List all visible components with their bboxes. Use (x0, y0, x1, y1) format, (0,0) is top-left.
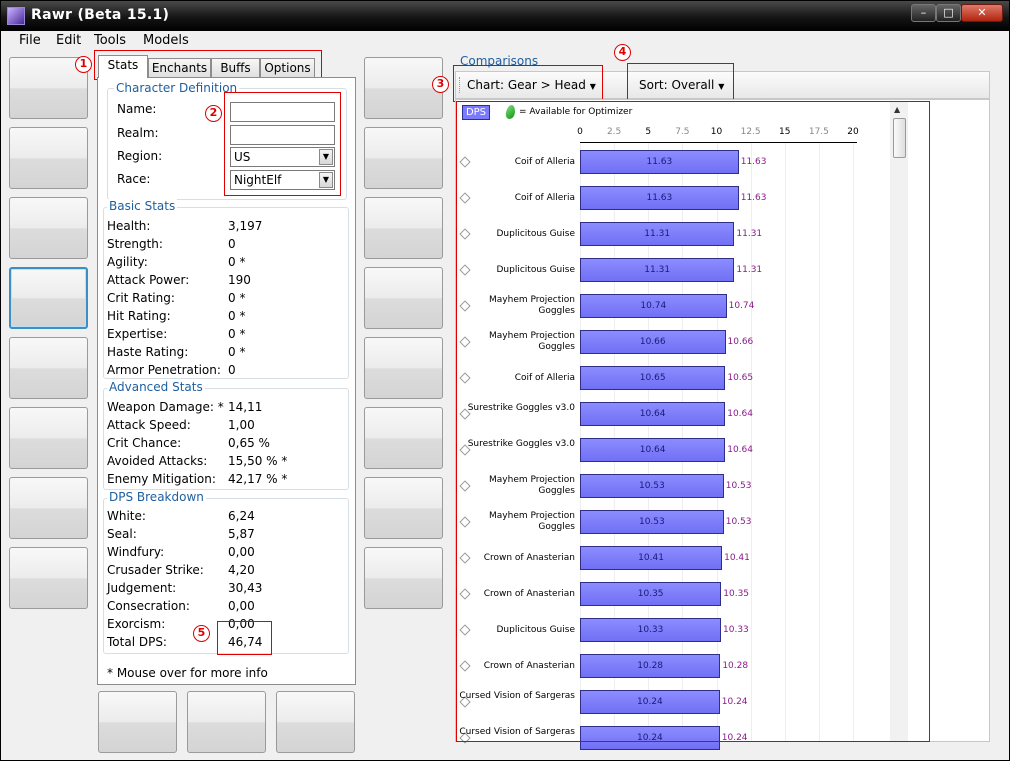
stat-value: 0 * (228, 255, 246, 269)
stat-label: White: (107, 509, 146, 523)
title-bar: Rawr (Beta 15.1) – □ ✕ (1, 1, 1009, 31)
highlight-box-chart (456, 101, 930, 742)
slot-button[interactable] (364, 197, 443, 259)
advanced-stats-title: Advanced Stats (107, 380, 205, 394)
stat-label: Crit Chance: (107, 436, 182, 450)
footnote: * Mouse over for more info (107, 666, 268, 680)
slot-button[interactable] (9, 127, 88, 189)
menu-tools[interactable]: Tools (94, 33, 126, 48)
slot-button-selected[interactable] (9, 267, 88, 329)
stat-value: 1,00 (228, 418, 255, 432)
badge-5: 5 (193, 625, 210, 642)
stat-label: Haste Rating: (107, 345, 189, 359)
stat-label: Seal: (107, 527, 137, 541)
minimize-button[interactable]: – (911, 4, 936, 22)
slot-button[interactable] (276, 691, 355, 753)
menu-edit[interactable]: Edit (56, 33, 81, 48)
badge-3: 3 (432, 76, 449, 93)
slot-button[interactable] (364, 57, 443, 119)
stat-label: Crit Rating: (107, 291, 175, 305)
stat-label: Judgement: (107, 581, 177, 595)
slot-button[interactable] (9, 547, 88, 609)
slot-button[interactable] (9, 407, 88, 469)
stat-label: Armor Penetration: (107, 363, 221, 377)
stat-value: 0 * (228, 309, 246, 323)
stat-label: Agility: (107, 255, 148, 269)
stat-value: 14,11 (228, 400, 263, 414)
stat-label: Weapon Damage: * (107, 400, 224, 414)
stat-value: 6,24 (228, 509, 255, 523)
stat-label: Consecration: (107, 599, 190, 613)
stat-value: 0,00 (228, 599, 255, 613)
stat-value: 0 * (228, 291, 246, 305)
window-title: Rawr (Beta 15.1) (31, 7, 170, 23)
close-button[interactable]: ✕ (961, 4, 1003, 22)
slot-button[interactable] (364, 267, 443, 329)
stat-label: Crusader Strike: (107, 563, 204, 577)
badge-1: 1 (75, 56, 92, 73)
race-label: Race: (117, 172, 151, 186)
stat-label: Strength: (107, 237, 163, 251)
highlight-box-5 (217, 621, 272, 655)
highlight-box-3 (453, 65, 603, 102)
stat-value: 0,65 % (228, 436, 270, 450)
slot-button[interactable] (98, 691, 177, 753)
stat-value: 0 * (228, 345, 246, 359)
stat-value: 42,17 % * (228, 472, 288, 486)
slot-button[interactable] (9, 197, 88, 259)
tab-stats[interactable]: Stats (98, 55, 148, 78)
badge-2: 2 (205, 105, 222, 122)
stat-label: Attack Power: (107, 273, 190, 287)
badge-4: 4 (614, 44, 631, 61)
highlight-box-4 (627, 63, 734, 102)
region-label: Region: (117, 149, 163, 163)
slot-button[interactable] (9, 337, 88, 399)
stat-label: Expertise: (107, 327, 168, 341)
menu-file[interactable]: File (19, 33, 41, 48)
stat-label: Health: (107, 219, 151, 233)
stat-label: Total DPS: (107, 635, 167, 649)
character-definition-title: Character Definition (114, 81, 240, 95)
stat-value: 0 (228, 363, 236, 377)
slot-button[interactable] (9, 477, 88, 539)
slot-button[interactable] (364, 547, 443, 609)
dps-breakdown-title: DPS Breakdown (107, 490, 206, 504)
app-icon (7, 7, 25, 25)
realm-label: Realm: (117, 126, 159, 140)
stat-label: Windfury: (107, 545, 165, 559)
stat-value: 3,197 (228, 219, 263, 233)
menu-models[interactable]: Models (143, 33, 189, 48)
slot-button[interactable] (187, 691, 266, 753)
stat-label: Enemy Mitigation: (107, 472, 216, 486)
stat-value: 4,20 (228, 563, 255, 577)
stat-label: Attack Speed: (107, 418, 191, 432)
highlight-box-2 (224, 92, 341, 196)
stat-value: 0 (228, 237, 236, 251)
stat-value: 0 * (228, 327, 246, 341)
basic-stats-title: Basic Stats (107, 199, 178, 213)
stat-label: Exorcism: (107, 617, 166, 631)
slot-button[interactable] (364, 337, 443, 399)
stat-value: 5,87 (228, 527, 255, 541)
stat-value: 190 (228, 273, 251, 287)
stat-value: 0,00 (228, 545, 255, 559)
menu-bar: File Edit Tools Models (1, 31, 1009, 51)
stat-label: Avoided Attacks: (107, 454, 208, 468)
app-window: Rawr (Beta 15.1) – □ ✕ File Edit Tools M… (0, 0, 1010, 761)
stat-value: 15,50 % * (228, 454, 288, 468)
slot-button[interactable] (364, 127, 443, 189)
stat-label: Hit Rating: (107, 309, 171, 323)
slot-button[interactable] (364, 407, 443, 469)
stat-value: 30,43 (228, 581, 263, 595)
slot-button[interactable] (364, 477, 443, 539)
maximize-button[interactable]: □ (936, 4, 961, 22)
name-label: Name: (117, 102, 157, 116)
